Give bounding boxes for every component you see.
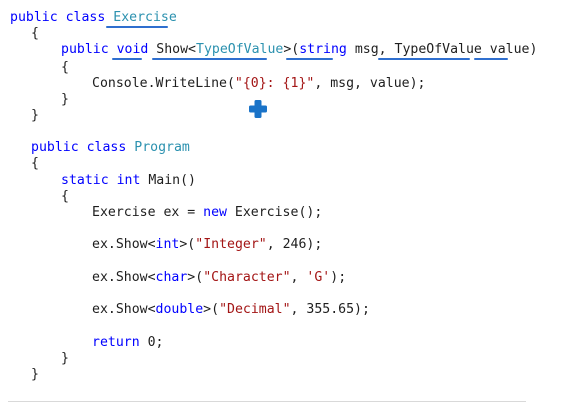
string-token: "Character"	[203, 270, 291, 285]
string-token: "Integer"	[195, 237, 267, 252]
keyword-token: string	[299, 42, 347, 57]
code-token: >(	[187, 270, 204, 285]
divider	[8, 401, 526, 402]
code-token: ex.Show<	[92, 302, 156, 317]
keyword-token: char	[155, 270, 188, 285]
underline-mark	[286, 58, 333, 60]
code-line: {	[31, 25, 39, 43]
code-line: Console.WriteLine("{0}: {1}", msg, value…	[92, 75, 425, 93]
keyword-token: public	[31, 140, 79, 155]
code-token: Show<	[148, 42, 196, 57]
code-line: }	[31, 107, 39, 125]
underline-mark	[152, 58, 267, 60]
code-token: , 246);	[266, 237, 323, 252]
code-line: {	[61, 59, 69, 77]
string-token: 'G'	[306, 270, 331, 285]
code-line: {	[31, 155, 39, 173]
code-token: }	[31, 367, 39, 382]
type-token: Exercise	[113, 10, 177, 25]
plus-cursor-icon	[249, 100, 267, 118]
underline-mark	[378, 58, 470, 60]
code-line: ex.Show<int>("Integer", 246);	[92, 236, 322, 254]
underline-mark	[106, 26, 168, 28]
code-token: );	[330, 270, 347, 285]
type-token: TypeOfValue	[196, 42, 284, 57]
code-token: Console.WriteLine(	[92, 76, 235, 91]
keyword-token: int	[116, 173, 141, 188]
keyword-token: public	[61, 42, 109, 57]
code-token: , msg, value);	[314, 76, 426, 91]
code-token: ex.Show<	[92, 270, 156, 285]
code-line: public void Show<TypeOfValue>(string msg…	[61, 41, 537, 59]
keyword-token: class	[86, 140, 127, 155]
keyword-token: new	[203, 205, 227, 220]
code-line: Exercise ex = new Exercise();	[92, 204, 322, 222]
underline-mark	[112, 58, 142, 60]
code-line: public class Program	[31, 139, 190, 157]
code-token: }	[61, 92, 69, 107]
keyword-token: int	[155, 237, 180, 252]
code-line: }	[61, 91, 69, 109]
code-editor[interactable]: public class Exercise { public void Show…	[0, 0, 571, 412]
code-token: >(	[179, 237, 196, 252]
code-line: ex.Show<double>("Decimal", 355.65);	[92, 301, 370, 319]
code-token: ,	[290, 270, 307, 285]
code-token: >(	[283, 42, 300, 57]
code-line: }	[61, 350, 69, 368]
keyword-token: return	[92, 335, 140, 350]
keyword-token: static	[61, 173, 109, 188]
code-token: Main()	[140, 173, 196, 188]
code-token: {	[31, 26, 39, 41]
code-token: 0;	[139, 335, 164, 350]
keyword-token: void	[116, 42, 149, 57]
code-line: }	[31, 366, 39, 384]
code-token: >(	[203, 302, 220, 317]
code-line: {	[61, 188, 69, 206]
code-token: {	[31, 156, 39, 171]
string-token: "Decimal"	[219, 302, 291, 317]
code-token: {	[61, 60, 69, 75]
code-token: }	[31, 108, 39, 123]
type-token: Program	[134, 140, 190, 155]
code-token: Exercise();	[226, 205, 323, 220]
keyword-token: double	[155, 302, 204, 317]
code-token: , 355.65);	[290, 302, 370, 317]
code-token: ex.Show<	[92, 237, 156, 252]
code-token: msg, TypeOfValue value)	[346, 42, 538, 57]
code-token: }	[61, 351, 69, 366]
code-line: ex.Show<char>("Character", 'G');	[92, 269, 346, 287]
code-line: static int Main()	[61, 172, 196, 190]
code-token: Exercise ex =	[92, 205, 204, 220]
underline-mark	[474, 58, 508, 60]
keyword-token: class	[65, 10, 106, 25]
keyword-token: public	[10, 10, 58, 25]
string-token: "{0}: {1}"	[234, 76, 315, 91]
code-token: {	[61, 189, 69, 204]
code-line: return 0;	[92, 334, 163, 352]
